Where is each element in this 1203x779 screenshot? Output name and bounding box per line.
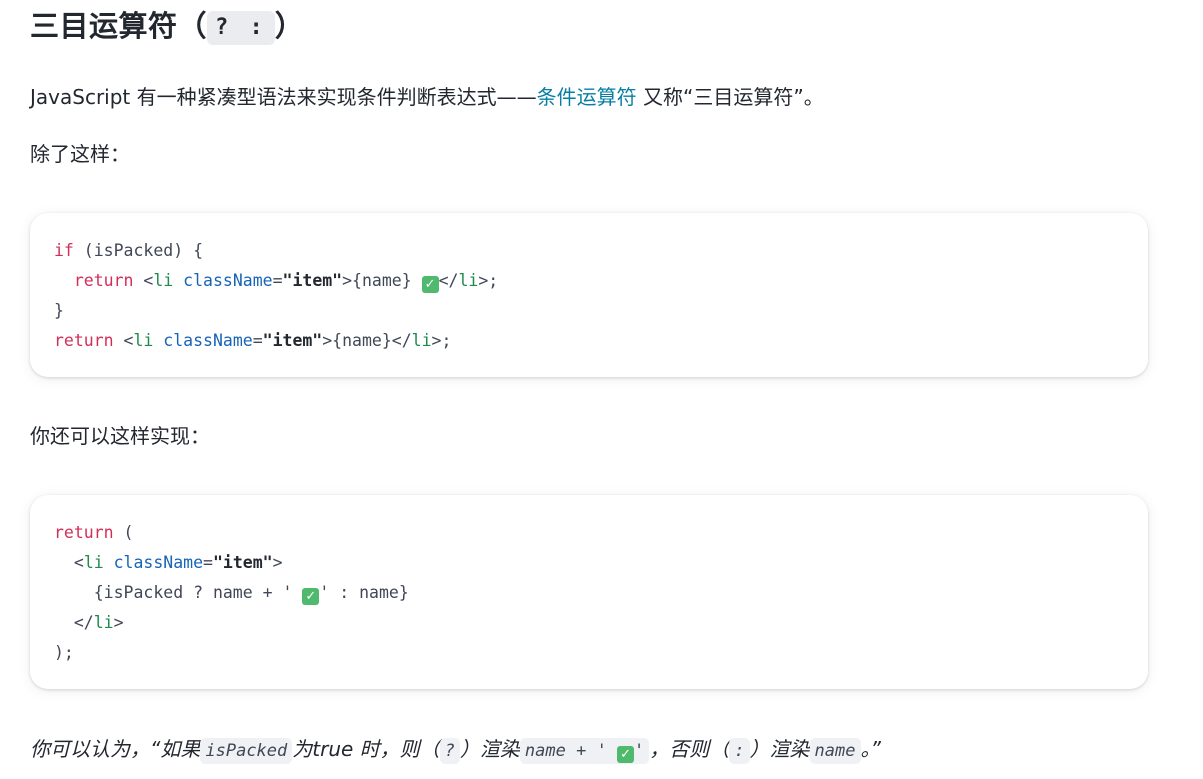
code-text: >{name}</ (322, 331, 412, 350)
code-tag: li (153, 271, 174, 290)
inline-code: name (809, 738, 861, 764)
summary-text: ）渲染 (749, 737, 810, 761)
summary-text: ）渲染 (459, 737, 520, 761)
code-if: if (isPacked) { return <li className="it… (54, 236, 498, 356)
inline-code: ? (439, 738, 460, 764)
code-text: < (133, 271, 154, 290)
code-text: ' : name} (319, 583, 409, 602)
code-string: "item" (262, 331, 323, 350)
code-text: = (272, 271, 283, 290)
code-keyword: return (54, 331, 114, 350)
code-attr: className (183, 271, 273, 290)
inline-code: isPacked (200, 738, 293, 764)
code-text: </ (54, 613, 94, 632)
code-text: = (203, 553, 213, 572)
code-text: < (113, 331, 134, 350)
code-text: >{name} (342, 271, 422, 290)
code-tag: li (411, 331, 432, 350)
code-text: > (113, 613, 124, 632)
code-text: } (54, 301, 64, 320)
code-string: "item" (282, 271, 343, 290)
label-alternative: 你还可以这样实现： (30, 424, 210, 448)
summary-paragraph: 你可以认为，“如果 isPacked 为true 时，则（? ）渲染 name + ' … (30, 733, 881, 765)
code-keyword: return (54, 523, 114, 542)
code-tag: li (93, 613, 114, 632)
code-text: ( (113, 523, 134, 542)
code-attr: className (113, 553, 204, 572)
title-text: 三目运算符（ (30, 9, 208, 43)
title-close: ） (274, 9, 305, 43)
code-text: (isPacked) { (73, 241, 204, 260)
summary-text: 为true 时，则（ (292, 737, 440, 761)
code-keyword: if (54, 241, 74, 260)
code-text: {isPacked ? name + ' (54, 583, 303, 602)
code-text: < (54, 553, 84, 572)
intro-text: JavaScript 有一种紧凑型语法来实现条件判断表达式—— (30, 85, 537, 109)
intro-paragraph: JavaScript 有一种紧凑型语法来实现条件判断表达式——条件运算符 又称“… (30, 82, 824, 112)
code-attr: className (163, 331, 253, 350)
code-tag: li (83, 553, 104, 572)
code-keyword: return (73, 271, 134, 290)
white-check-mark-icon: ✓ (617, 746, 635, 763)
white-check-mark-icon: ✓ (421, 276, 439, 293)
code-text: ); (54, 643, 74, 662)
inline-code: : (729, 738, 750, 764)
code-string: "item" (212, 553, 273, 572)
intro-text-after: 又称“三目运算符”。 (636, 85, 824, 109)
code-tag: li (458, 271, 479, 290)
inline-code-text: name + ' (524, 741, 618, 761)
white-check-mark-icon: ✓ (302, 588, 320, 605)
summary-text: 你可以认为，“如果 (30, 737, 201, 761)
title-inline-code: ? : (207, 11, 275, 45)
summary-text: ，否则（ (649, 737, 730, 761)
conditional-operator-link[interactable]: 条件运算符 (537, 85, 637, 109)
inline-code: name + ' ✓ ' (519, 738, 650, 764)
code-text: >; (478, 271, 499, 290)
code-block-if: if (isPacked) { return <li className="it… (30, 213, 1148, 377)
code-text: </ (438, 271, 459, 290)
code-text: > (272, 553, 283, 572)
code-block-ternary: return ( <li className="item"> {isPacked… (30, 495, 1148, 689)
code-text: = (252, 331, 263, 350)
summary-text: 。” (860, 737, 881, 761)
article: 三目运算符（? :） JavaScript 有一种紧凑型语法来实现条件判断表达式… (0, 0, 1203, 779)
code-text: >; (431, 331, 452, 350)
code-ternary: return ( <li className="item"> {isPacked… (54, 518, 409, 668)
page-title: 三目运算符（? :） (30, 4, 304, 48)
code-tag: li (133, 331, 154, 350)
inline-code-text: ' (634, 741, 645, 761)
label-besides: 除了这样： (30, 142, 130, 166)
